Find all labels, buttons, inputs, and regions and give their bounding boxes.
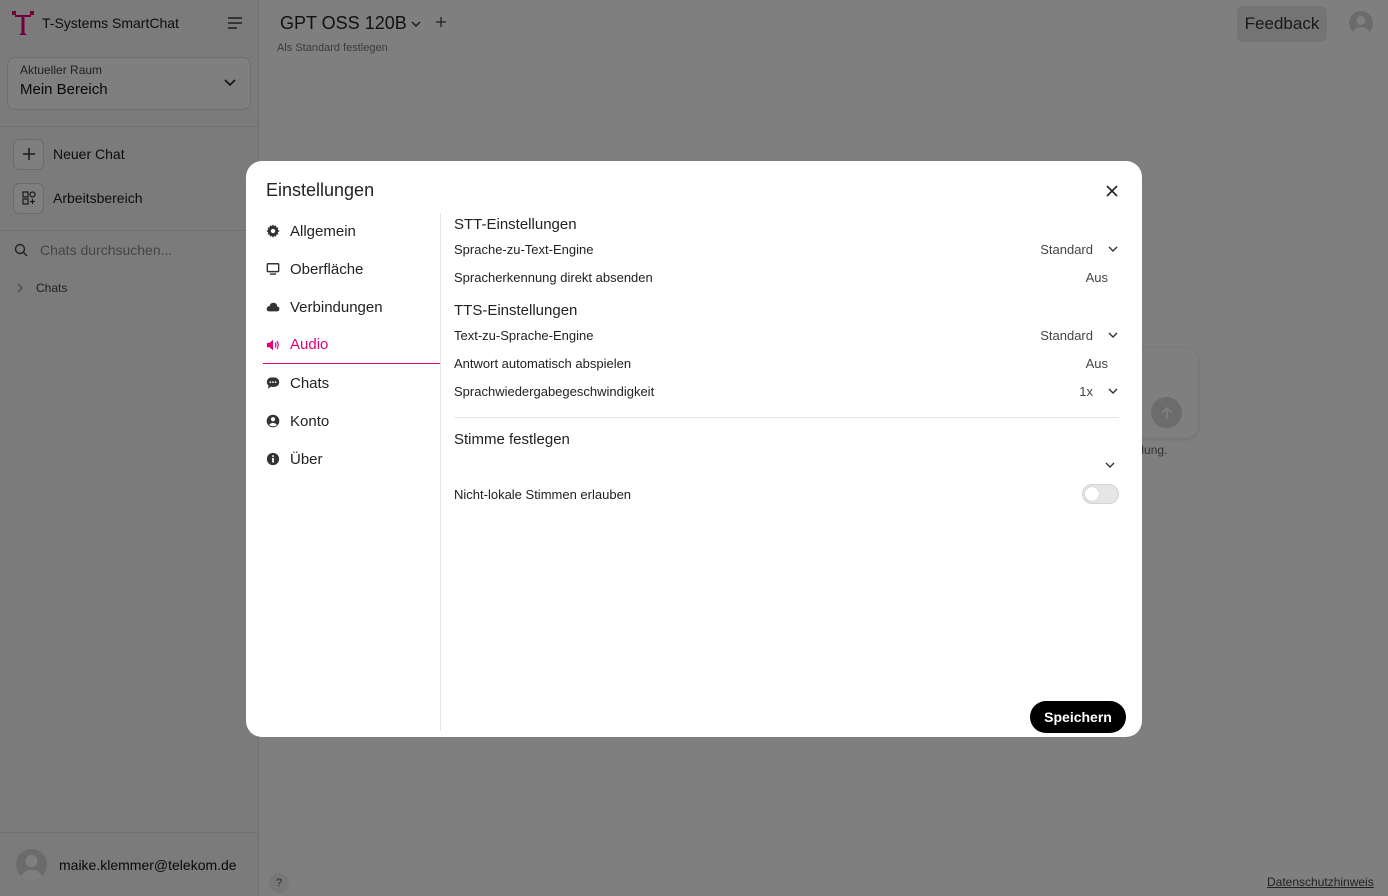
- tab-konto[interactable]: Konto: [263, 402, 440, 440]
- stt-section-title: STT-Einstellungen: [454, 215, 577, 233]
- tts-section-title: TTS-Einstellungen: [454, 301, 578, 319]
- chevron-down-icon: [1105, 462, 1115, 468]
- settings-modal: Einstellungen Allgemein Oberfläche Verbi…: [246, 161, 1142, 737]
- info-icon: [266, 452, 280, 466]
- stt-engine-label: Sprache-zu-Text-Engine: [454, 241, 594, 257]
- close-icon: [1106, 185, 1118, 197]
- tab-ueber[interactable]: Über: [263, 440, 440, 478]
- stt-engine-value: Standard: [1040, 241, 1093, 257]
- stt-engine-select[interactable]: Standard: [1040, 242, 1119, 257]
- speaker-icon: [266, 339, 279, 350]
- nonlocal-voices-label: Nicht-lokale Stimmen erlauben: [454, 486, 632, 502]
- stt-autosend-toggle[interactable]: Aus: [1086, 270, 1119, 285]
- nonlocal-voices-row: Nicht-lokale Stimmen erlauben: [454, 480, 1119, 508]
- tab-audio[interactable]: Audio: [263, 326, 440, 364]
- tts-engine-row: Text-zu-Sprache-Engine Standard: [454, 321, 1119, 349]
- tab-label: Audio: [290, 336, 329, 353]
- nonlocal-voices-switch[interactable]: [1082, 484, 1119, 504]
- switch-knob: [1085, 487, 1099, 501]
- divider: [454, 417, 1119, 418]
- tts-autoplay-label: Antwort automatisch abspielen: [454, 355, 632, 371]
- stt-engine-row: Sprache-zu-Text-Engine Standard: [454, 235, 1119, 263]
- chevron-down-icon: [1108, 246, 1118, 252]
- settings-nav: Allgemein Oberfläche Verbindungen Audio: [263, 212, 440, 478]
- close-button[interactable]: [1103, 182, 1121, 200]
- cloud-icon: [266, 302, 280, 312]
- tts-speed-label: Sprachwiedergabegeschwindigkeit: [454, 383, 655, 399]
- tab-label: Oberfläche: [290, 260, 364, 278]
- tab-label: Chats: [290, 374, 330, 392]
- chat-bubble-icon: [266, 377, 280, 389]
- stt-autosend-label: Spracherkennung direkt absenden: [454, 269, 653, 285]
- voice-section-title: Stimme festlegen: [454, 430, 570, 448]
- monitor-icon: [266, 263, 280, 275]
- stt-autosend-row: Spracherkennung direkt absenden Aus: [454, 263, 1119, 291]
- tts-speed-row: Sprachwiedergabegeschwindigkeit 1x: [454, 377, 1119, 405]
- tts-engine-value: Standard: [1040, 327, 1093, 343]
- tts-autoplay-row: Antwort automatisch abspielen Aus: [454, 349, 1119, 377]
- modal-title: Einstellungen: [266, 180, 375, 200]
- tab-label: Verbindungen: [290, 298, 383, 316]
- tab-chats[interactable]: Chats: [263, 364, 440, 402]
- user-circle-icon: [266, 414, 280, 428]
- audio-settings-panel: STT-Einstellungen Sprache-zu-Text-Engine…: [454, 213, 1119, 508]
- chevron-down-icon: [1108, 332, 1118, 338]
- divider: [440, 213, 441, 731]
- tab-label: Allgemein: [290, 222, 356, 240]
- tts-engine-label: Text-zu-Sprache-Engine: [454, 327, 594, 343]
- gear-icon: [266, 224, 280, 238]
- tts-speed-select[interactable]: 1x: [1079, 384, 1119, 399]
- tab-label: Über: [290, 450, 323, 468]
- tts-speed-value: 1x: [1079, 383, 1093, 399]
- save-button[interactable]: Speichern: [1030, 701, 1126, 733]
- voice-select[interactable]: [454, 450, 1119, 480]
- tts-autoplay-toggle[interactable]: Aus: [1086, 356, 1119, 371]
- tab-label: Konto: [290, 412, 330, 430]
- tab-allgemein[interactable]: Allgemein: [263, 212, 440, 250]
- tts-engine-select[interactable]: Standard: [1040, 328, 1119, 343]
- tab-verbindungen[interactable]: Verbindungen: [263, 288, 440, 326]
- tab-oberflaeche[interactable]: Oberfläche: [263, 250, 440, 288]
- chevron-down-icon: [1108, 388, 1118, 394]
